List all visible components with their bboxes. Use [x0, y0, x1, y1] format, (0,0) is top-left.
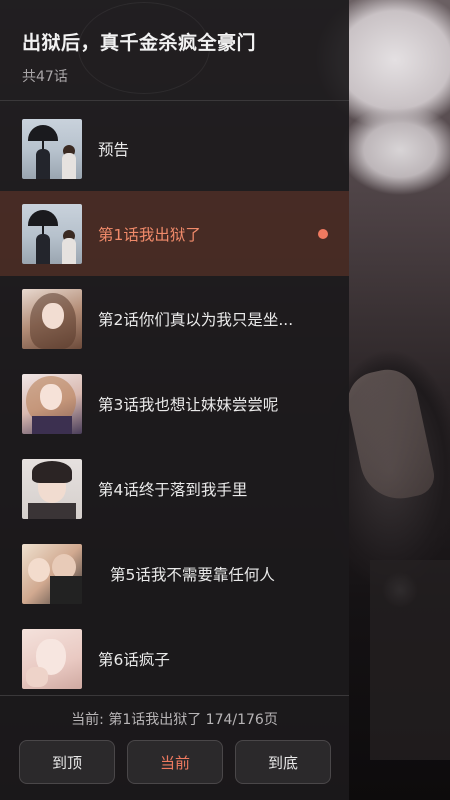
header-divider [0, 100, 349, 101]
chapter-label: 第6话疯子 [98, 650, 170, 669]
chapter-label: 第1话我出狱了 [98, 225, 201, 244]
chapter-label: 第3话我也想让妹妹尝尝呢 [98, 395, 279, 414]
chapter-item-current[interactable]: 第1话我出狱了 [0, 191, 349, 276]
chapter-thumbnail [22, 628, 82, 689]
chapter-item[interactable]: 第6话疯子 [0, 616, 349, 701]
chapter-thumbnail [22, 373, 82, 434]
chapter-item[interactable]: 第3话我也想让妹妹尝尝呢 [0, 361, 349, 446]
drawer-header: 出狱后，真千金杀疯全豪门 共47话 [0, 0, 349, 100]
chapter-item[interactable]: 第5话我不需要靠任何人 [0, 531, 349, 616]
chapter-thumbnail [22, 458, 82, 519]
chapter-thumbnail [22, 288, 82, 349]
jump-current-button[interactable]: 当前 [127, 740, 223, 784]
chapter-drawer: 出狱后，真千金杀疯全豪门 共47话 预告 第1话我出狱了 第2话你们真以为我只是… [0, 0, 349, 800]
jump-buttons: 到顶 当前 到底 [19, 740, 331, 784]
chapter-thumbnail [22, 543, 82, 604]
chapter-item[interactable]: 第4话终于落到我手里 [0, 446, 349, 531]
chapter-label: 预告 [98, 140, 130, 159]
current-indicator-dot [318, 228, 328, 239]
drawer-footer: 当前: 第1话我出狱了 174/176页 到顶 当前 到底 [0, 695, 349, 800]
jump-bottom-button[interactable]: 到底 [235, 740, 331, 784]
comic-hand-art [342, 364, 438, 506]
footer-divider [0, 695, 349, 696]
chapter-label: 第2话你们真以为我只是坐... [98, 310, 294, 329]
chapter-list[interactable]: 预告 第1话我出狱了 第2话你们真以为我只是坐... 第3话我也想让妹妹尝尝呢 [0, 106, 349, 701]
chapter-item[interactable]: 预告 [0, 106, 349, 191]
current-position-text: 当前: 第1话我出狱了 174/176页 [71, 712, 278, 728]
comic-title: 出狱后，真千金杀疯全豪门 [22, 32, 257, 54]
comic-flowers-art [370, 560, 450, 760]
chapter-label: 第4话终于落到我手里 [98, 480, 248, 499]
jump-top-button[interactable]: 到顶 [19, 740, 115, 784]
chapter-label: 第5话我不需要靠任何人 [110, 565, 275, 584]
chapter-thumbnail [22, 118, 82, 179]
chapter-item[interactable]: 第2话你们真以为我只是坐... [0, 276, 349, 361]
chapter-count: 共47话 [22, 69, 68, 85]
chapter-thumbnail [22, 203, 82, 264]
